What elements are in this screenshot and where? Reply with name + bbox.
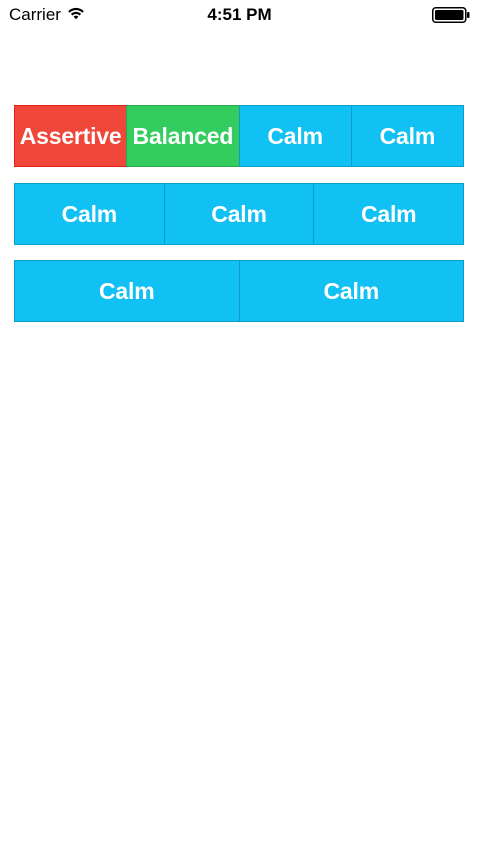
button-bar-3: Calm Calm — [14, 260, 464, 322]
battery-icon — [432, 7, 470, 23]
calm-button[interactable]: Calm — [14, 183, 165, 245]
button-bar-1: Assertive Balanced Calm Calm — [14, 105, 464, 167]
calm-button[interactable]: Calm — [163, 183, 315, 245]
calm-button[interactable]: Calm — [238, 260, 464, 322]
button-bar-2: Calm Calm Calm — [14, 183, 465, 245]
balanced-button[interactable]: Balanced — [126, 105, 240, 167]
status-bar: Carrier 4:51 PM — [0, 0, 479, 32]
status-time: 4:51 PM — [207, 5, 272, 24]
calm-button[interactable]: Calm — [313, 183, 465, 245]
calm-button[interactable]: Calm — [14, 260, 240, 322]
assertive-button[interactable]: Assertive — [14, 105, 128, 167]
calm-button[interactable]: Calm — [238, 105, 352, 167]
calm-button[interactable]: Calm — [350, 105, 464, 167]
